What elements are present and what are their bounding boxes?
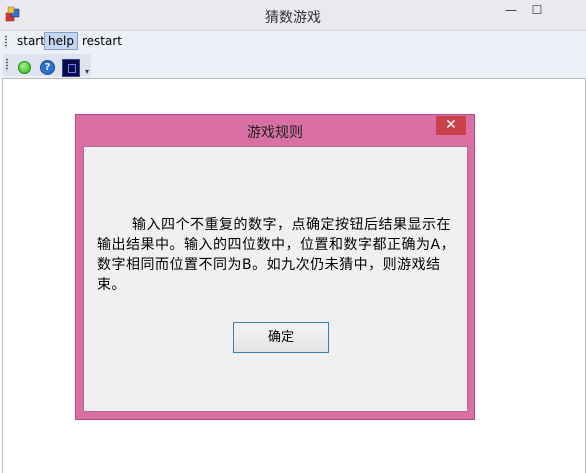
dialog-title: 游戏规则 xyxy=(247,125,303,141)
start-circle-icon[interactable] xyxy=(18,61,31,74)
maximize-button[interactable]: ☐ xyxy=(524,0,550,20)
close-button[interactable]: ✕ xyxy=(436,116,466,135)
rules-dialog: 游戏规则 ✕ 输入四个不重复的数字，点确定按钮后结果显示在输出结果中。输入的四位… xyxy=(75,114,475,420)
menu-item-restart[interactable]: restart xyxy=(80,33,124,49)
ok-button[interactable]: 确定 xyxy=(233,322,329,353)
menu-grip-icon[interactable] xyxy=(5,35,7,48)
menu-item-help[interactable]: help xyxy=(44,32,78,50)
rules-text: 输入四个不重复的数字，点确定按钮后结果显示在输出结果中。输入的四位数中，位置和数… xyxy=(97,217,456,293)
toolbar-overflow-icon[interactable]: ▾ xyxy=(85,68,89,76)
tool-strip: ? ▾ xyxy=(3,54,91,77)
toolbar-grip-icon[interactable] xyxy=(6,58,8,71)
title-bar: 猜数游戏 — ☐ xyxy=(0,0,586,31)
menu-item-start[interactable]: start xyxy=(15,33,47,49)
toolbar: ? ▾ xyxy=(0,52,586,78)
window-icon[interactable] xyxy=(62,59,80,77)
menu-bar: start help restart xyxy=(0,31,586,52)
help-icon[interactable]: ? xyxy=(40,60,55,75)
minimize-button[interactable]: — xyxy=(498,0,524,20)
dialog-body: 输入四个不重复的数字，点确定按钮后结果显示在输出结果中。输入的四位数中，位置和数… xyxy=(83,146,468,412)
